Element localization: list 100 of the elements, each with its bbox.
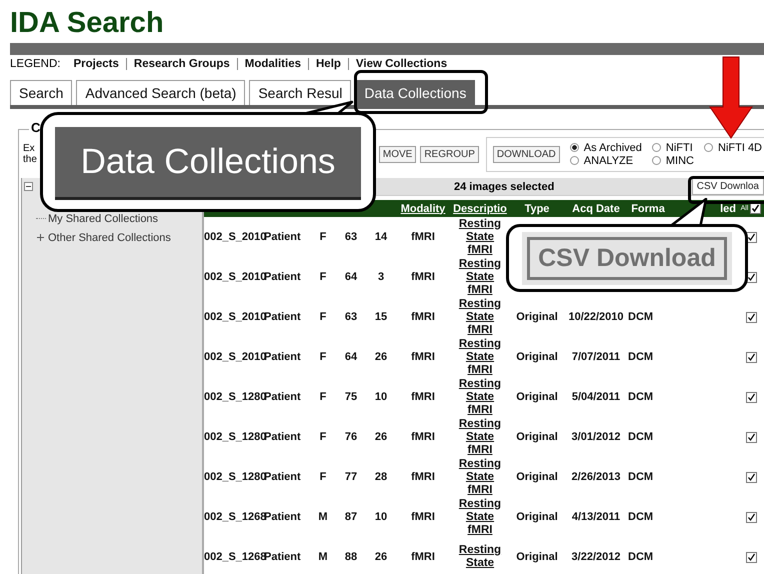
table-cell: fMRI (411, 471, 435, 483)
radio-icon[interactable] (570, 143, 579, 152)
table-cell: F (320, 311, 326, 323)
table-cell: Patient (264, 551, 301, 563)
table-cell: 3 (378, 271, 384, 283)
checkbox[interactable] (750, 203, 762, 214)
table-cell: DCM (628, 311, 654, 323)
table-cell: fMRI (411, 551, 435, 563)
expand-icon[interactable] (36, 233, 45, 242)
table-cell: 002_S_1280 (204, 391, 266, 403)
table-cell: 002_S_2010 (204, 231, 266, 243)
table-cell: DCM (628, 431, 654, 443)
table-cell: Original (516, 471, 558, 483)
toolbar-button[interactable]: MOVE (378, 146, 416, 162)
format-radio[interactable]: NiFTI 4D (704, 142, 762, 154)
radio-icon[interactable] (704, 143, 713, 152)
tab[interactable]: Search (10, 80, 72, 105)
table-cell: F (320, 391, 326, 403)
column-header[interactable]: Descriptio (453, 202, 507, 214)
table-cell: 14 (374, 231, 388, 243)
table-cell: DCM (628, 471, 654, 483)
table-cell: F (320, 271, 326, 283)
table-cell: Patient (264, 271, 301, 283)
toolbar-button[interactable]: REGROUP (420, 146, 479, 162)
description-link[interactable]: Resting State fMRI (454, 298, 506, 336)
radio-label: MINC (666, 154, 694, 166)
checkbox[interactable] (746, 352, 756, 363)
table-cell: 2/26/2013 (572, 471, 620, 483)
table-cell: 002_S_2010 (204, 351, 266, 363)
table-cell: 63 (344, 231, 358, 243)
table-cell: fMRI (411, 311, 435, 323)
table-cell: DCM (628, 391, 654, 403)
checkbox[interactable] (746, 472, 756, 483)
table-cell: F (320, 351, 326, 363)
radio-label: NiFTI (666, 142, 693, 154)
legend-link[interactable]: Modalities (236, 58, 308, 70)
tree-item[interactable]: My Shared Collections (48, 212, 158, 224)
format-radio[interactable]: ANALYZE (570, 154, 642, 166)
table-cell: DCM (628, 551, 654, 563)
column-header: Forma (631, 202, 665, 214)
table-cell: Patient (264, 311, 301, 323)
tree-line (36, 218, 46, 219)
radio-label: NiFTI 4D (718, 142, 762, 154)
table-cell: 4/13/2011 (572, 511, 620, 523)
column-header: Type (524, 202, 550, 214)
column-header: Acq Date (572, 202, 620, 214)
checkbox[interactable] (746, 432, 756, 443)
radio-icon[interactable] (570, 156, 579, 165)
legend-link[interactable]: Help (308, 58, 348, 70)
table-cell: Patient (264, 511, 301, 523)
description-link[interactable]: Resting State fMRI (454, 218, 506, 256)
table-cell: 10/22/2010 (568, 311, 624, 323)
radio-icon[interactable] (652, 156, 661, 165)
table-cell: M (318, 551, 328, 563)
legend-link[interactable]: Research Groups (126, 58, 237, 70)
table-cell: 26 (374, 351, 388, 363)
table-cell: 3/01/2012 (572, 431, 620, 443)
table-cell: 26 (374, 431, 388, 443)
table-cell: 10 (374, 511, 388, 523)
legend-label: LEGEND: (10, 58, 60, 70)
radio-icon[interactable] (652, 143, 661, 152)
description-link[interactable]: Resting State fMRI (454, 458, 506, 496)
tab[interactable]: Data Collections (355, 80, 476, 105)
table-cell: 88 (344, 551, 358, 563)
checkbox[interactable] (746, 512, 756, 523)
description-link[interactable]: Resting State fMRI (454, 338, 506, 376)
panel-legend: C (29, 120, 42, 135)
table-cell: DCM (628, 351, 654, 363)
column-header[interactable]: Modality (400, 202, 446, 214)
format-radio[interactable]: MINC (652, 154, 694, 166)
table-cell: Patient (264, 231, 301, 243)
csv-download-button[interactable]: CSV Downloa (692, 178, 764, 195)
tree-item[interactable]: Other Shared Collections (48, 232, 171, 244)
collapse-icon[interactable] (24, 182, 33, 191)
table-cell: Original (516, 431, 558, 443)
table-cell: 002_S_1268 (204, 551, 266, 563)
callout-label: Data Collections (55, 127, 361, 197)
checkbox[interactable] (746, 552, 756, 563)
description-link[interactable]: Resting State fMRI (454, 418, 506, 456)
description-link[interactable]: Resting State fMRI (454, 258, 506, 296)
description-link[interactable]: Resting State (454, 544, 506, 570)
tab[interactable]: Advanced Search (beta) (76, 80, 246, 105)
page-title: IDA Search (10, 6, 164, 40)
table-cell: Patient (264, 391, 301, 403)
format-radio[interactable]: NiFTI (652, 142, 694, 154)
description-link[interactable]: Resting State fMRI (454, 498, 506, 536)
legend-link[interactable]: View Collections (348, 58, 454, 70)
download-button[interactable]: DOWNLOAD (492, 146, 560, 162)
table-cell: 87 (344, 511, 358, 523)
table-cell: fMRI (411, 351, 435, 363)
table-cell: 63 (344, 311, 358, 323)
checkbox[interactable] (746, 392, 756, 403)
table-cell: fMRI (411, 271, 435, 283)
table-cell: 26 (374, 551, 388, 563)
radio-label: As Archived (584, 142, 642, 154)
legend-link[interactable]: Projects (66, 58, 126, 70)
checkbox[interactable] (746, 312, 756, 323)
format-radio[interactable]: As Archived (570, 142, 642, 154)
description-link[interactable]: Resting State fMRI (454, 378, 506, 416)
table-cell: F (320, 471, 326, 483)
